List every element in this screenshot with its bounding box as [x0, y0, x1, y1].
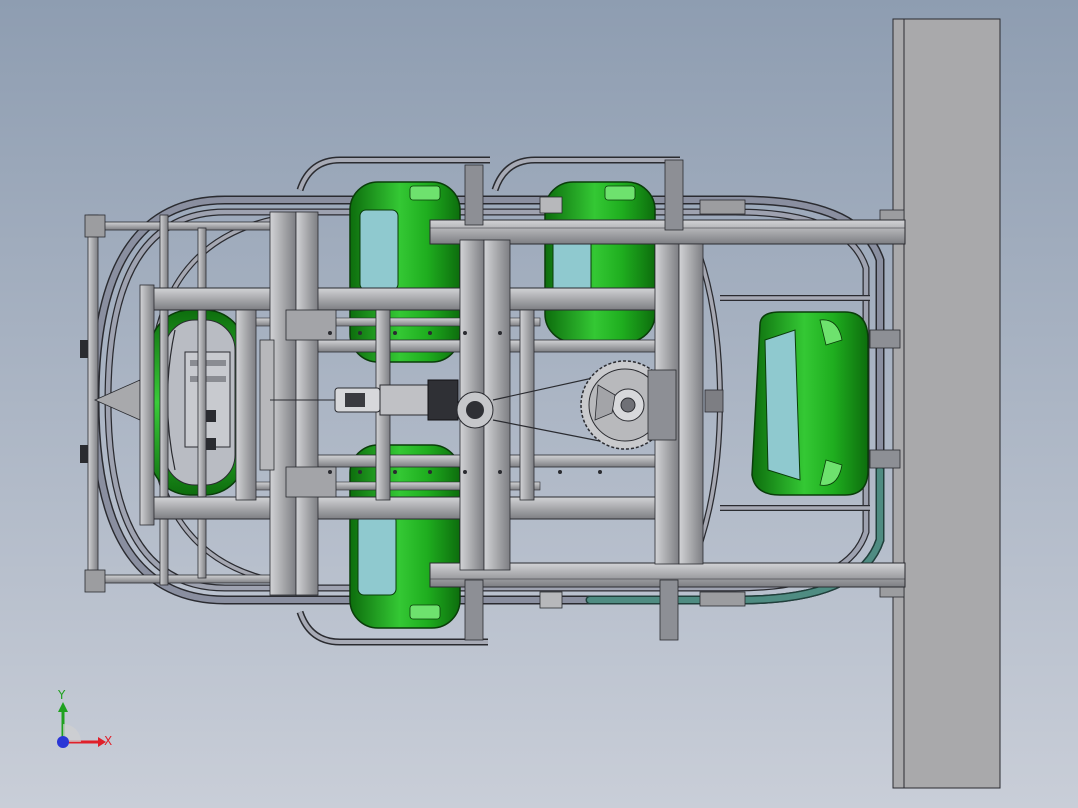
triad-x-label: X: [104, 734, 112, 748]
support-wall[interactable]: [879, 18, 1001, 789]
triad-y-label: Y: [57, 688, 66, 702]
cad-viewport: X Y: [0, 0, 1078, 808]
sprocket-gear[interactable]: [580, 360, 677, 450]
